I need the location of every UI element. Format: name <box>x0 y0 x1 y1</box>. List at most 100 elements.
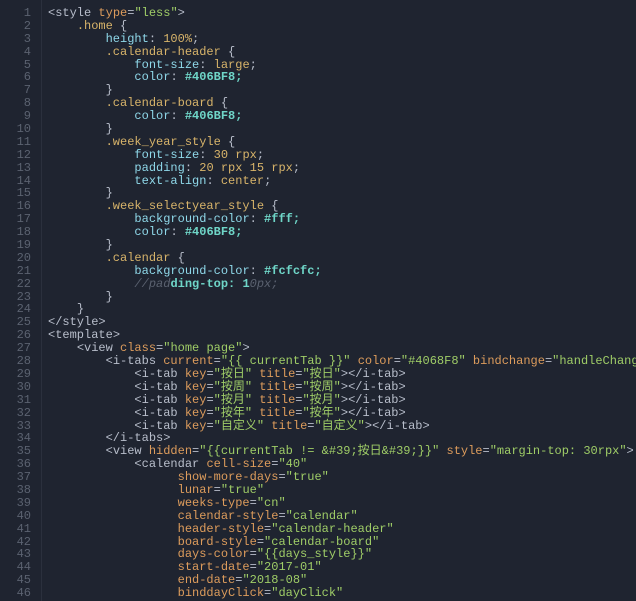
token: 0px; <box>250 277 279 291</box>
token: #406BF8; <box>185 225 243 239</box>
token <box>48 264 134 278</box>
token: i-tab <box>387 419 423 433</box>
token: } <box>106 83 113 97</box>
token: color <box>358 354 394 368</box>
token: cell-size <box>206 457 271 471</box>
token: "handleChangeTab" <box>552 354 636 368</box>
token <box>48 586 178 600</box>
token: template <box>55 328 113 342</box>
token <box>48 83 106 97</box>
token: ; <box>293 161 300 175</box>
line-number: 19 <box>0 239 31 252</box>
token: view <box>113 444 149 458</box>
token: .week_selectyear_style <box>106 199 272 213</box>
token: show-more-days <box>178 470 279 484</box>
token: "calendar-header" <box>271 522 393 536</box>
token: #406BF8; <box>185 109 243 123</box>
line-number: 12 <box>0 149 31 162</box>
token <box>48 560 178 574</box>
token: .week_year_style <box>106 135 228 149</box>
token: ></ <box>341 367 363 381</box>
token: < <box>106 444 113 458</box>
token: ></ <box>341 380 363 394</box>
code-line[interactable]: color: #406BF8; <box>48 110 636 123</box>
token: "按年" <box>214 406 252 420</box>
token: > <box>399 380 406 394</box>
token: < <box>77 341 84 355</box>
token: "margin-top: 30rpx" <box>490 444 627 458</box>
token <box>48 19 77 33</box>
token: = <box>278 470 285 484</box>
token: "dayClick" <box>271 586 343 600</box>
token: key <box>185 367 207 381</box>
token <box>48 186 106 200</box>
token: view <box>84 341 120 355</box>
token: ; <box>192 32 199 46</box>
token <box>48 96 106 110</box>
token: "2018-08" <box>242 573 307 587</box>
line-number: 13 <box>0 162 31 175</box>
token: = <box>278 509 285 523</box>
token: //pad <box>134 277 170 291</box>
token: < <box>134 419 141 433</box>
token: "#4068F8" <box>401 354 466 368</box>
token: title <box>259 393 295 407</box>
token: ></ <box>341 406 363 420</box>
token: : <box>170 70 184 84</box>
line-number: 29 <box>0 368 31 381</box>
token: : <box>250 264 264 278</box>
code-line[interactable]: } <box>48 291 636 304</box>
token: key <box>185 406 207 420</box>
code-line[interactable]: //padding-top: 10px; <box>48 278 636 291</box>
code-editor[interactable]: 1234567891011121314151617181920212223242… <box>0 0 636 601</box>
code-line[interactable]: text-align: center; <box>48 175 636 188</box>
token: { <box>120 19 127 33</box>
token: style <box>447 444 483 458</box>
token: color <box>134 70 170 84</box>
token: "less" <box>134 6 177 20</box>
line-number: 22 <box>0 278 31 291</box>
token: type <box>98 6 127 20</box>
token: font-size <box>134 58 199 72</box>
token: { <box>221 96 228 110</box>
code-line[interactable]: </style> <box>48 316 636 329</box>
token: "2017-01" <box>257 560 322 574</box>
token: = <box>206 406 213 420</box>
token: binddayClick <box>178 586 264 600</box>
token: days-color <box>178 547 250 561</box>
token: "{{days_style}}" <box>257 547 372 561</box>
token: color <box>134 109 170 123</box>
token: height <box>106 32 149 46</box>
token: } <box>106 122 113 136</box>
token: i-tab <box>142 380 185 394</box>
code-line[interactable]: } <box>48 303 636 316</box>
code-line[interactable]: color: #406BF8; <box>48 226 636 239</box>
token: end-date <box>178 573 236 587</box>
token: = <box>206 419 213 433</box>
token: "自定义" <box>214 419 264 433</box>
token: .calendar-header <box>106 45 228 59</box>
token: ></ <box>365 419 387 433</box>
token <box>48 109 134 123</box>
token: < <box>134 380 141 394</box>
token <box>48 509 178 523</box>
token: = <box>214 483 221 497</box>
token: < <box>134 367 141 381</box>
token: "true" <box>286 470 329 484</box>
token: } <box>106 238 113 252</box>
token: = <box>394 354 401 368</box>
code-content[interactable]: <style type="less"> .home { height: 100%… <box>42 0 636 601</box>
code-line[interactable]: color: #406BF8; <box>48 71 636 84</box>
token: } <box>106 186 113 200</box>
line-number: 10 <box>0 123 31 136</box>
token: key <box>185 419 207 433</box>
token <box>48 483 178 497</box>
code-line[interactable]: binddayClick="dayClick" <box>48 587 636 600</box>
token: = <box>257 535 264 549</box>
code-line[interactable]: <style type="less"> <box>48 7 636 20</box>
token: .home <box>77 19 120 33</box>
token: "按日" <box>214 367 252 381</box>
token <box>48 496 178 510</box>
line-number: 21 <box>0 265 31 278</box>
token <box>48 444 106 458</box>
